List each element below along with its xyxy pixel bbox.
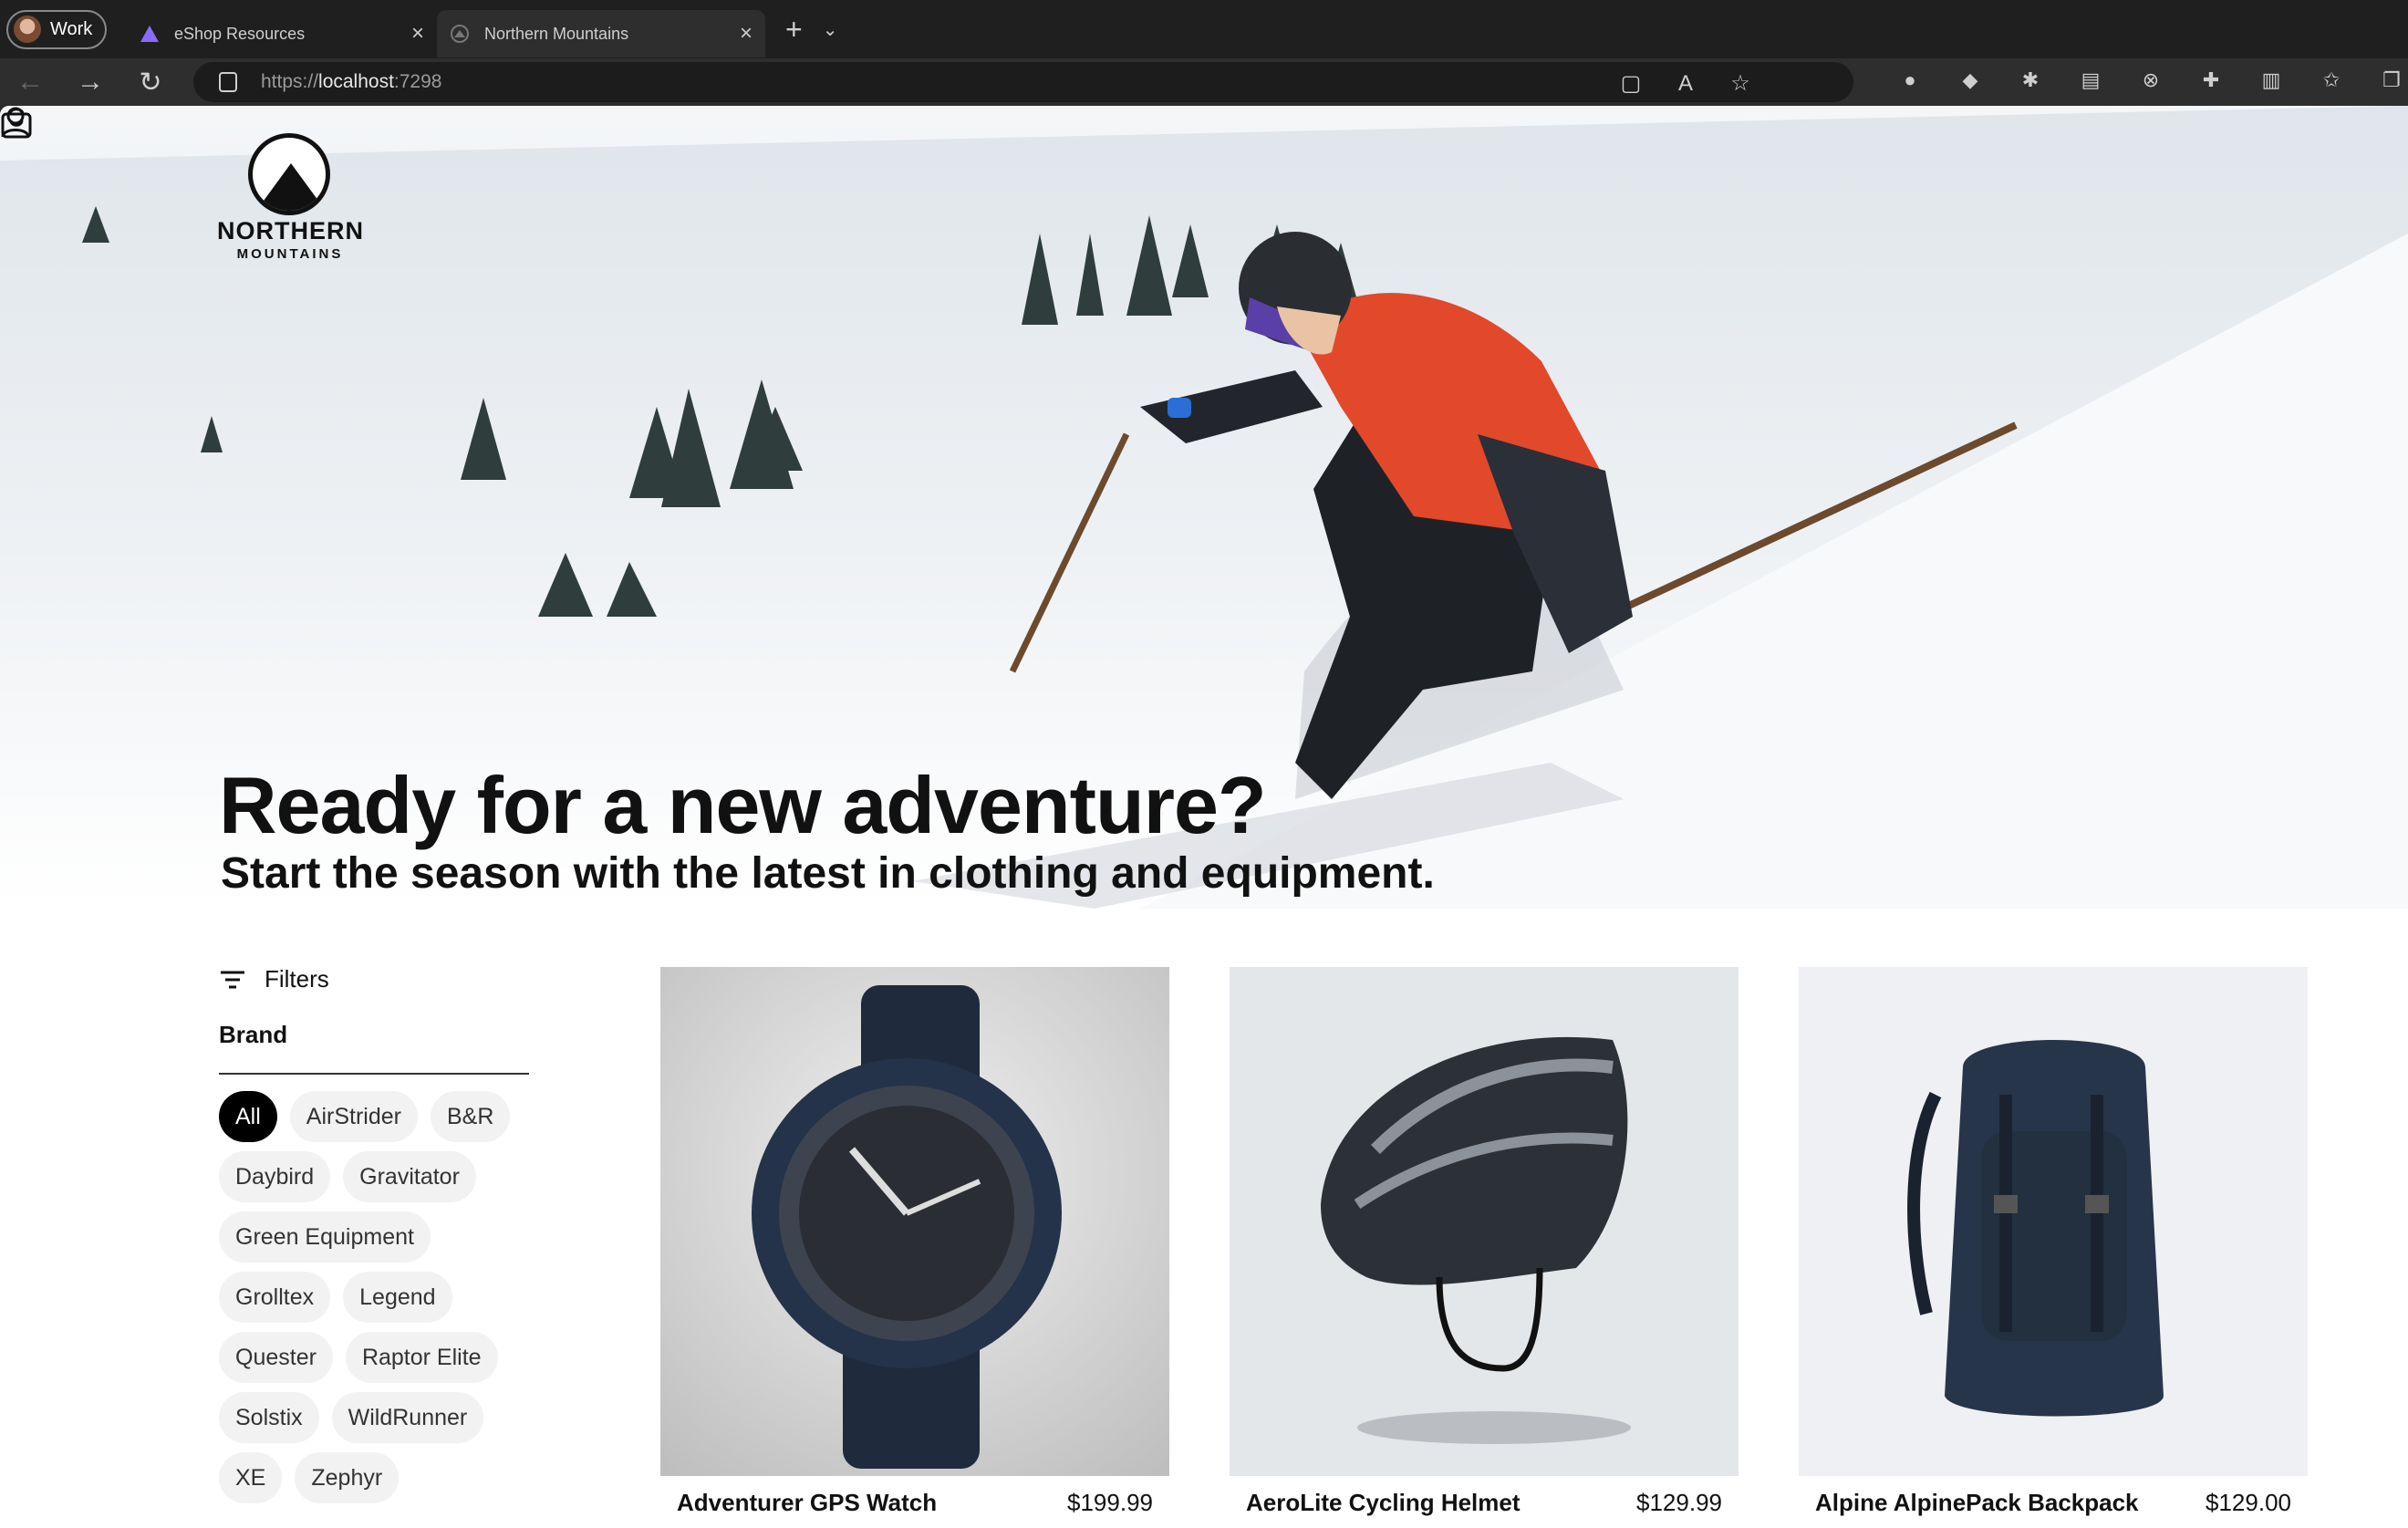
brand-chip[interactable]: Green Equipment (219, 1211, 431, 1263)
brand-chip[interactable]: Zephyr (295, 1452, 400, 1503)
filter-panel: Filters Brand All AirStrider B&R Daybird Gra… (219, 965, 529, 1503)
product-image[interactable] (1799, 967, 2308, 1476)
brand-chip[interactable]: Raptor Elite (345, 1332, 498, 1383)
blocked-icon[interactable]: ⊗ (2138, 68, 2164, 93)
chevron-down-icon[interactable]: ⌄ (823, 18, 838, 41)
extensions-icon[interactable]: ✚ (2198, 68, 2224, 93)
product-grid: Adventurer GPS Watch $199.99 AeroLite Cy… (660, 967, 2308, 1517)
url-port: :7298 (393, 71, 442, 92)
tab-eshop-resources[interactable]: eShop Resources × (127, 10, 437, 57)
brand-chip[interactable]: B&R (430, 1091, 511, 1142)
helmet-icon (1321, 1036, 1631, 1444)
read-aloud-icon[interactable]: A (1673, 71, 1698, 97)
filters-toggle[interactable]: Filters (219, 965, 529, 993)
brand-chip[interactable]: Solstix (219, 1392, 319, 1443)
app-available-icon[interactable]: ▢ (1618, 71, 1644, 97)
close-icon[interactable]: × (411, 21, 424, 47)
product-image[interactable] (660, 967, 1169, 1476)
watch-icon (752, 985, 1062, 1469)
new-tab-icon[interactable]: + (785, 13, 803, 47)
product-name[interactable]: Adventurer GPS Watch (677, 1489, 937, 1517)
logo-line-1: NORTHERN (217, 217, 364, 244)
reload-icon[interactable]: ↻ (120, 67, 181, 99)
triangle-logo-icon (140, 26, 159, 42)
back-icon[interactable]: ← (0, 67, 60, 98)
product-image[interactable] (1230, 967, 1739, 1476)
profile-label: Work (50, 18, 93, 39)
profile-button[interactable]: Work (6, 9, 107, 49)
url-host: localhost (318, 71, 394, 92)
bug-icon[interactable]: ✱ (2018, 68, 2043, 93)
tab-title: Northern Mountains (484, 24, 629, 43)
lock-icon (219, 72, 237, 92)
brand-chip[interactable]: WildRunner (331, 1392, 484, 1443)
ublock-shield-icon[interactable]: ◆ (1957, 68, 1983, 93)
password-manager-icon[interactable]: ● (1897, 68, 1923, 93)
brand-chip[interactable]: Grolltex (219, 1272, 331, 1323)
forward-icon[interactable]: → (60, 67, 120, 98)
filter-lines-icon (221, 971, 244, 988)
product-card[interactable]: Adventurer GPS Watch $199.99 (660, 967, 1169, 1517)
product-price: $129.00 (2206, 1489, 2291, 1516)
hero-headline: Ready for a new adventure? (219, 760, 1267, 850)
url-scheme: https:// (261, 71, 319, 92)
web-page: NORTHERN MOUNTAINS Ready for a new adven… (0, 106, 2408, 1528)
collections-icon[interactable]: ❐ (2379, 68, 2404, 93)
brand-chip[interactable]: Gravitator (343, 1151, 476, 1202)
product-card[interactable]: Alpine AlpinePack Backpack $129.00 (1799, 967, 2308, 1517)
logo-line-2: MOUNTAINS (236, 246, 344, 262)
address-bar-row: ← → ↻ https://localhost:7298 ▢ A ☆ ● ◆ ✱… (0, 58, 2408, 106)
hero-subheadline: Start the season with the latest in clot… (221, 849, 1435, 898)
brand-chip-list: All AirStrider B&R Daybird Gravitator Green E… (219, 1091, 529, 1503)
product-name[interactable]: Alpine AlpinePack Backpack (1815, 1489, 2139, 1517)
backpack-icon (1907, 1040, 2164, 1417)
brand-chip[interactable]: All (219, 1091, 277, 1142)
tab-title: eShop Resources (174, 24, 306, 43)
page-favicon-icon (451, 25, 469, 43)
avatar (14, 16, 41, 43)
brand-chip[interactable]: Legend (343, 1272, 452, 1323)
site-logo[interactable]: NORTHERN MOUNTAINS (217, 133, 364, 262)
hero-banner: NORTHERN MOUNTAINS Ready for a new adven… (0, 106, 2408, 909)
mountain-emblem-icon (248, 133, 330, 215)
split-screen-icon[interactable]: ▥ (2258, 68, 2284, 93)
favorite-star-icon[interactable]: ☆ (1728, 71, 1753, 97)
favorites-icon[interactable]: ✩ (2319, 68, 2344, 93)
document-icon[interactable]: ▤ (2078, 68, 2103, 93)
tab-northern-mountains[interactable]: Northern Mountains × (437, 10, 765, 57)
brand-chip[interactable]: Daybird (219, 1151, 331, 1202)
product-price: $129.99 (1636, 1489, 1722, 1516)
product-price: $199.99 (1067, 1489, 1153, 1516)
brand-heading: Brand (219, 1021, 529, 1075)
url-field[interactable]: https://localhost:7298 ▢ A ☆ (193, 62, 1853, 102)
brand-chip[interactable]: XE (219, 1452, 283, 1503)
shopping-bag-icon[interactable] (0, 106, 33, 139)
product-card[interactable]: AeroLite Cycling Helmet $129.99 (1230, 967, 1739, 1517)
product-name[interactable]: AeroLite Cycling Helmet (1246, 1489, 1521, 1517)
brand-chip[interactable]: AirStrider (289, 1091, 418, 1142)
close-icon[interactable]: × (740, 21, 752, 47)
browser-tab-bar: Work eShop Resources × Northern Mountain… (0, 0, 2408, 58)
brand-chip[interactable]: Quester (219, 1332, 333, 1383)
filters-label: Filters (265, 965, 329, 993)
